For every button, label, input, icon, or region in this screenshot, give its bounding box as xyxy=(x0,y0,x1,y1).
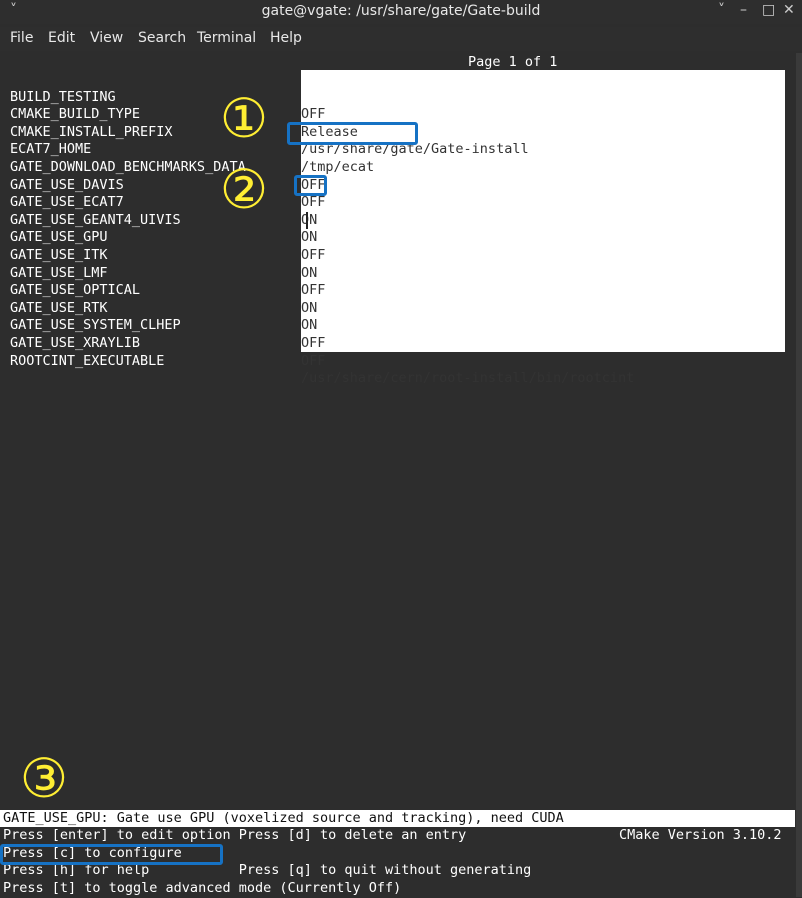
entry-value[interactable]: ON xyxy=(301,229,317,247)
entry-description-line: GATE_USE_GPU: Gate use GPU (voxelized so… xyxy=(0,810,795,827)
entry-value[interactable]: OFF xyxy=(301,247,325,265)
annotation-box-gate-use-ecat7 xyxy=(294,175,327,196)
annotation-box-configure xyxy=(0,844,223,865)
cache-entry-selected[interactable]: GATE_USE_GPU OFF xyxy=(0,212,325,263)
cache-entry[interactable]: BUILD_TESTING OFF xyxy=(0,71,325,123)
cmake-version: CMake Version 3.10.2 xyxy=(619,827,782,843)
entry-value[interactable]: /tmp/ecat xyxy=(301,159,374,177)
annotation-box-ecat7-home xyxy=(287,122,418,145)
page-indicator: Page 1 of 1 xyxy=(468,54,558,70)
maximize-icon[interactable]: □ xyxy=(762,2,775,18)
entry-value[interactable]: ON xyxy=(301,300,317,318)
cache-entry[interactable]: GATE_DOWNLOAD_BENCHMARKS_DATA OFF xyxy=(0,141,325,193)
entry-value[interactable]: OFF xyxy=(301,335,325,353)
entry-key: GATE_USE_SYSTEM_CLHEP xyxy=(10,317,181,334)
cache-entry[interactable]: GATE_USE_SYSTEM_CLHEP OFF xyxy=(0,300,325,351)
menu-edit[interactable]: Edit xyxy=(48,30,75,46)
entry-value[interactable]: /usr/share/cern/root-install/bin/rootcin… xyxy=(301,370,634,388)
cache-entry[interactable]: GATE_USE_OPTICAL ON xyxy=(0,265,317,316)
cache-entry[interactable]: CMAKE_BUILD_TYPE Release xyxy=(0,89,358,140)
values-column xyxy=(301,70,785,352)
help-line-1: Press [enter] to edit option Press [d] t… xyxy=(3,827,467,843)
menu-help[interactable]: Help xyxy=(270,30,302,46)
cache-entry[interactable]: GATE_USE_DAVIS OFF xyxy=(0,159,325,211)
terminal-scrollbar[interactable] xyxy=(796,53,802,897)
entry-value[interactable]: OFF xyxy=(301,282,325,300)
help-line-4: Press [t] to toggle advanced mode (Curre… xyxy=(3,880,402,896)
cache-entry[interactable]: GATE_USE_ECAT7 ON xyxy=(0,177,317,228)
annotation-badge-1: ① xyxy=(219,87,269,150)
entry-value[interactable]: ON xyxy=(301,212,317,230)
menu-view[interactable]: View xyxy=(90,30,123,46)
menu-bar: File Edit View Search Terminal Help xyxy=(0,27,802,51)
entry-value[interactable]: OFF xyxy=(301,353,325,371)
entry-key: CMAKE_INSTALL_PREFIX xyxy=(10,123,173,140)
close-icon[interactable]: ✕ xyxy=(783,2,795,18)
cache-entry[interactable]: GATE_USE_RTK ON xyxy=(0,282,317,334)
text-cursor xyxy=(306,212,308,229)
cache-entry[interactable]: GATE_USE_GEANT4_UIVIS ON xyxy=(0,194,317,246)
minimize-icon[interactable]: – xyxy=(740,2,747,18)
entry-key: GATE_USE_GEANT4_UIVIS xyxy=(10,211,181,228)
menu-search[interactable]: Search xyxy=(138,30,186,46)
cache-entry[interactable]: GATE_USE_LMF OFF xyxy=(0,247,325,299)
entry-key: ROOTCINT_EXECUTABLE xyxy=(10,352,165,369)
entry-value[interactable]: OFF xyxy=(301,194,325,212)
entry-value[interactable]: ON xyxy=(301,265,317,283)
window-titlebar: ˅ gate@vgate: /usr/share/gate/Gate-build… xyxy=(0,0,802,24)
annotation-badge-2: ② xyxy=(219,158,269,221)
entry-key: GATE_DOWNLOAD_BENCHMARKS_DATA xyxy=(10,158,246,175)
cache-entry[interactable]: ROOTCINT_EXECUTABLE /usr/share/cern/root… xyxy=(0,335,634,387)
annotation-badge-3: ③ xyxy=(19,747,69,810)
collapse-chevron-icon[interactable]: ˅ xyxy=(718,2,725,18)
menu-terminal[interactable]: Terminal xyxy=(197,30,256,46)
cache-entry[interactable]: GATE_USE_XRAYLIB OFF xyxy=(0,317,325,369)
window-title: gate@vgate: /usr/share/gate/Gate-build xyxy=(261,3,541,19)
menu-file[interactable]: File xyxy=(10,30,33,46)
cache-entry[interactable]: CMAKE_INSTALL_PREFIX /usr/share/gate/Gat… xyxy=(0,106,529,158)
cache-entry[interactable]: GATE_USE_ITK ON xyxy=(0,229,317,281)
cache-entry[interactable]: ECAT7_HOME /tmp/ecat xyxy=(0,124,374,175)
entry-value[interactable]: ON xyxy=(301,317,317,335)
